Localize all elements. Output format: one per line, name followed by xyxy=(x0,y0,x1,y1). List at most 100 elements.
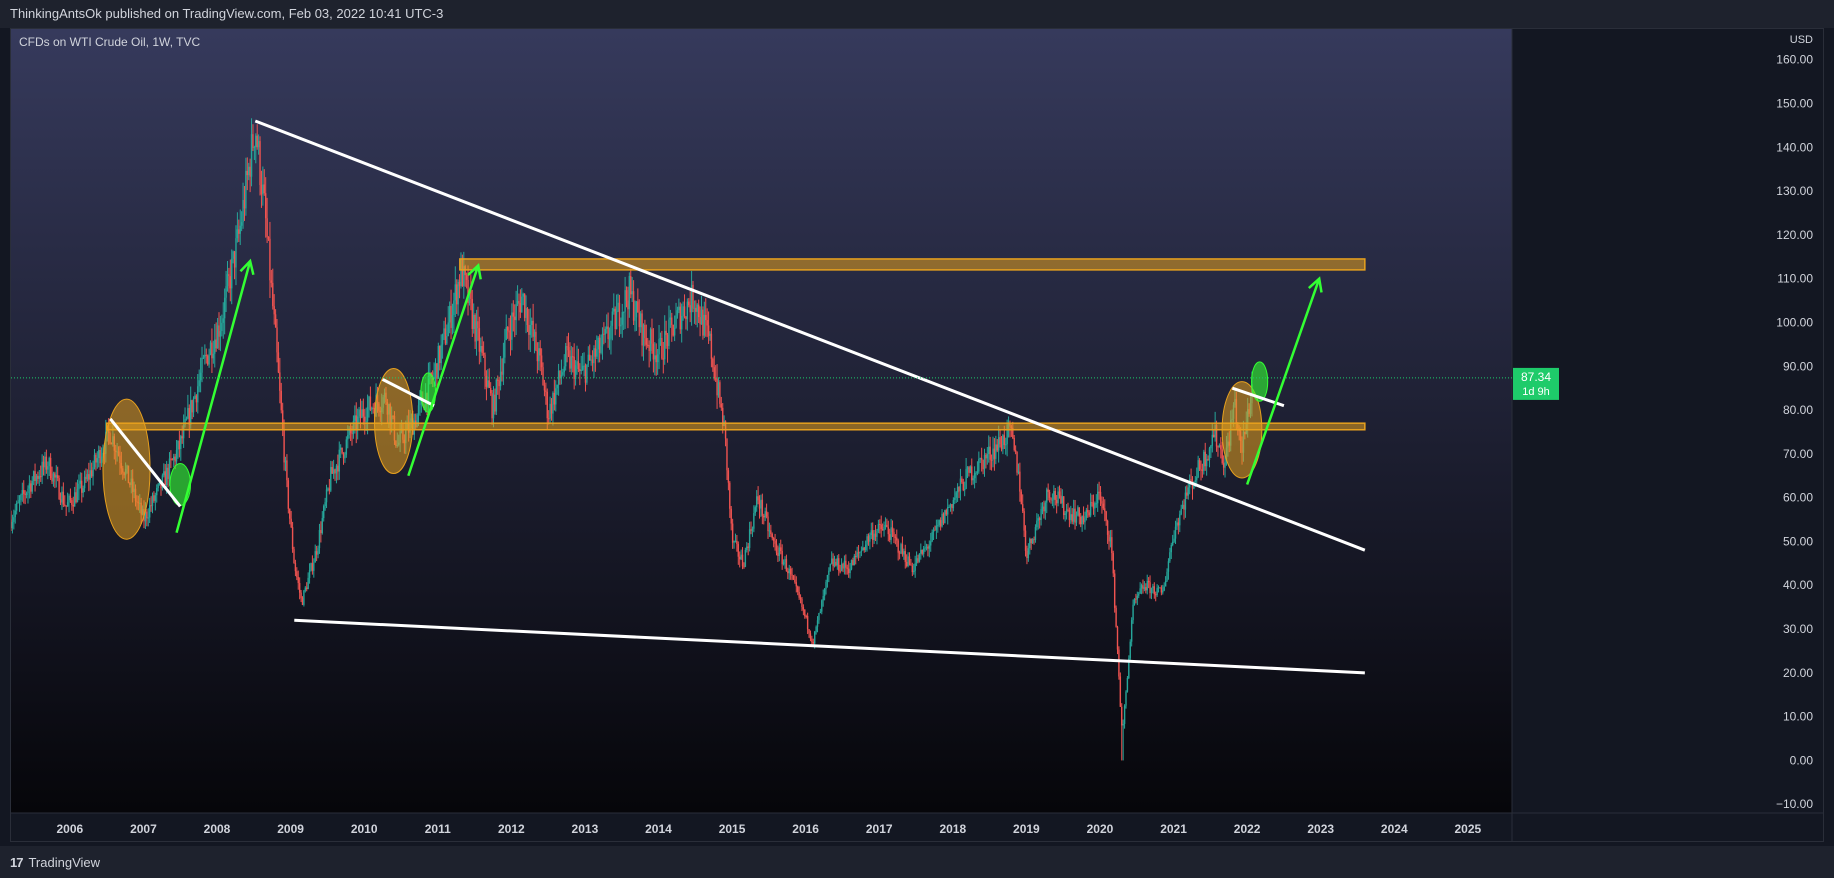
candle-body xyxy=(279,372,281,391)
candle-body xyxy=(891,527,894,533)
candle-body xyxy=(954,497,956,500)
candle-body xyxy=(615,311,618,330)
candle-body xyxy=(697,304,700,318)
candle-body xyxy=(782,561,785,565)
candle-body xyxy=(301,598,304,605)
candle-body xyxy=(1074,508,1076,523)
candle-body xyxy=(1164,580,1167,587)
candle-body xyxy=(638,312,640,328)
symbol-label[interactable]: CFDs on WTI Crude Oil, 1W, TVC xyxy=(19,35,200,49)
candle-body xyxy=(767,516,769,532)
candle-body xyxy=(825,581,827,589)
candle-body xyxy=(205,354,207,356)
candle-body xyxy=(628,276,631,310)
candle-body xyxy=(927,546,929,549)
candle-body xyxy=(775,543,778,553)
candle-body xyxy=(492,394,495,419)
candle-body xyxy=(649,329,652,352)
candle-body xyxy=(456,284,458,305)
candle-body xyxy=(178,440,181,450)
candle-body xyxy=(1121,706,1123,726)
candle-body xyxy=(1167,561,1170,572)
candle-body xyxy=(995,444,997,459)
candle-body xyxy=(550,403,553,414)
price-tick-label: 150.00 xyxy=(1776,96,1813,110)
price-tick-label: 140.00 xyxy=(1776,140,1813,154)
tradingview-logo-icon[interactable]: 17 xyxy=(10,855,24,870)
candle-body xyxy=(1089,502,1092,516)
candle-body xyxy=(864,544,867,550)
candle-body xyxy=(755,496,758,508)
candle-body xyxy=(35,475,38,481)
candle-body xyxy=(30,483,32,492)
candle-body xyxy=(1200,469,1202,471)
candle-body xyxy=(928,545,931,549)
candle-body xyxy=(771,533,773,539)
candle-body xyxy=(55,475,57,478)
candle-body xyxy=(639,313,642,328)
candle-body xyxy=(838,558,840,571)
candle-body xyxy=(920,549,922,554)
candle-body xyxy=(1027,548,1030,559)
candle-body xyxy=(250,134,253,177)
candle-body xyxy=(806,616,809,630)
candle-body xyxy=(740,554,742,560)
candle-body xyxy=(1177,522,1180,526)
candle-body xyxy=(748,529,751,548)
candle-body xyxy=(600,346,602,353)
candle-body xyxy=(898,552,901,554)
candle-body xyxy=(211,342,213,359)
candle-body xyxy=(1031,539,1034,544)
candle-body xyxy=(584,365,587,383)
candle-body xyxy=(753,513,755,529)
candle-body xyxy=(525,308,527,318)
candle-body xyxy=(761,499,764,516)
candle-body xyxy=(41,461,43,477)
candle-body xyxy=(1026,550,1028,559)
candle-body xyxy=(780,547,782,551)
candle-body xyxy=(931,531,933,542)
footer-brand[interactable]: TradingView xyxy=(28,855,100,870)
candle-body xyxy=(366,406,369,422)
candle-body xyxy=(49,457,52,479)
candle-body xyxy=(240,222,243,226)
candle-body xyxy=(148,505,151,518)
candle-body xyxy=(1138,593,1140,596)
candle-body xyxy=(596,349,598,357)
candle-body xyxy=(82,488,84,493)
candle-body xyxy=(1113,573,1116,608)
candle-body xyxy=(256,135,258,148)
candle-body xyxy=(887,527,889,535)
candle-body xyxy=(1208,448,1211,460)
candle-body xyxy=(656,354,659,363)
candle-body xyxy=(1187,487,1189,496)
candle-body xyxy=(989,446,991,460)
candle-body xyxy=(1220,445,1222,450)
candle-body xyxy=(1173,538,1175,542)
candle-body xyxy=(177,440,179,451)
candle-body xyxy=(24,493,26,496)
candle-body xyxy=(672,324,674,336)
candle-body xyxy=(147,517,149,519)
candle-body xyxy=(563,366,565,373)
candle-body xyxy=(66,502,69,507)
candle-body xyxy=(1081,516,1083,525)
candle-body xyxy=(951,504,953,509)
candle-body xyxy=(291,527,294,550)
price-chart[interactable]: −10.00 0.00 10.00 20.00 30.00 40.00 50.00 60.00… xyxy=(11,29,1824,842)
candle-body xyxy=(457,281,459,305)
candle-body xyxy=(1207,458,1209,460)
candle-body xyxy=(164,471,166,486)
candle-body xyxy=(76,489,79,503)
candle-body xyxy=(976,471,979,473)
candle-body xyxy=(847,568,850,574)
candle-body xyxy=(69,495,72,501)
candle-body xyxy=(1111,537,1113,554)
candle-body xyxy=(223,297,226,319)
candle-body xyxy=(419,399,421,406)
chart-panel[interactable]: −10.00 0.00 10.00 20.00 30.00 40.00 50.00 60.00… xyxy=(10,28,1824,842)
candle-body xyxy=(709,333,711,336)
candle-body xyxy=(153,495,155,501)
time-tick-label: 2024 xyxy=(1381,822,1408,836)
candle-body xyxy=(930,541,932,546)
